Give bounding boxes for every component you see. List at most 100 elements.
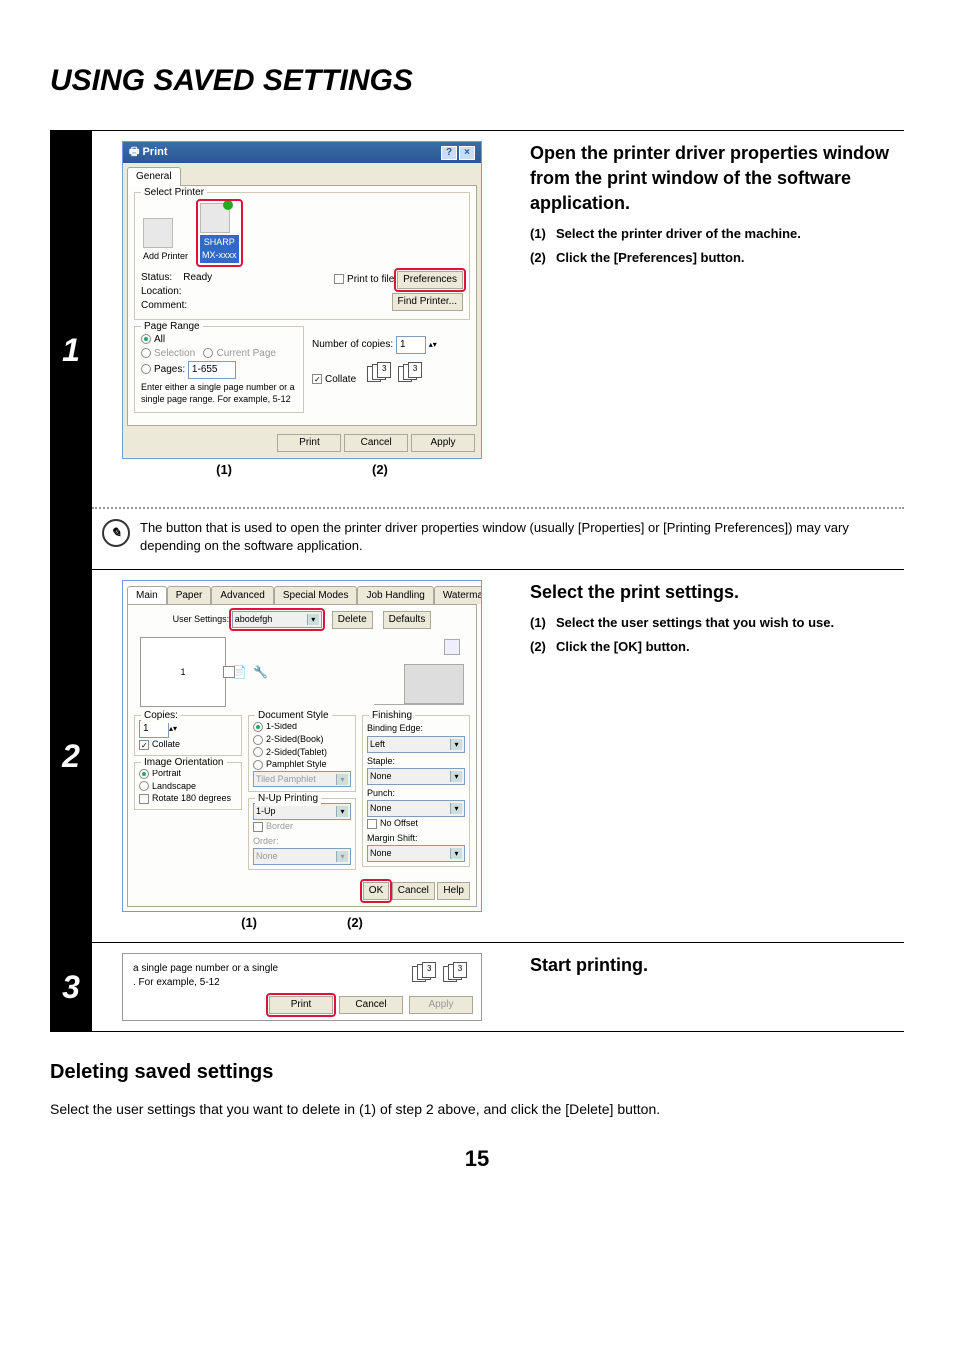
staple-select[interactable]: None▾ xyxy=(367,768,465,785)
zoom-icon[interactable] xyxy=(223,666,235,678)
defaults-button[interactable]: Defaults xyxy=(383,611,432,629)
callout-2-2-label: (2) xyxy=(347,914,363,932)
step-1-note: The button that is used to open the prin… xyxy=(140,519,894,555)
step-1-item-2: (2)Click the [Preferences] button. xyxy=(530,249,904,267)
radio-pages[interactable] xyxy=(141,364,151,374)
radio-selection xyxy=(141,348,151,358)
step-3-hint-b: . For example, 5-12 xyxy=(133,977,220,988)
margin-shift-label: Margin Shift: xyxy=(367,832,465,845)
copies-input[interactable]: 1 xyxy=(396,336,426,354)
status-label: Status: xyxy=(141,272,172,283)
user-settings-label: User Settings: xyxy=(173,614,230,624)
margin-select[interactable]: None▾ xyxy=(367,845,465,862)
add-printer-label: Add Printer xyxy=(143,250,188,263)
binding-select[interactable]: Left▾ xyxy=(367,736,465,753)
copies-label-2: Copies: xyxy=(141,709,181,723)
print-to-file-label: Print to file xyxy=(347,274,394,285)
step-3-hint-a: a single page number or a single xyxy=(133,963,278,974)
print-to-file-checkbox[interactable] xyxy=(334,274,344,284)
location-label: Location: xyxy=(141,285,212,299)
step-2-heading: Select the print settings. xyxy=(530,580,904,605)
step-3-dialog-fragment: a single page number or a single . For e… xyxy=(122,953,482,1021)
radio-2sided-book[interactable] xyxy=(253,735,263,745)
tiled-pamphlet-select: Tiled Pamphlet▾ xyxy=(253,771,351,788)
punch-label: Punch: xyxy=(367,787,465,800)
machine-icon xyxy=(374,639,464,705)
radio-portrait[interactable] xyxy=(139,769,149,779)
printer-item-icon[interactable] xyxy=(200,203,230,233)
tab-watermarks[interactable]: Watermarks xyxy=(434,586,481,604)
select-printer-label: Select Printer xyxy=(141,186,207,200)
spinner-icon[interactable]: ▴▾ xyxy=(429,340,437,349)
tab-general[interactable]: General xyxy=(127,167,181,186)
printer-icon: 🖶 xyxy=(129,146,139,158)
apply-button[interactable]: Apply xyxy=(411,434,475,452)
print-button[interactable]: Print xyxy=(277,434,341,452)
status-value: Ready xyxy=(183,272,212,283)
cancel-button[interactable]: Cancel xyxy=(344,434,408,452)
step-2: 2 MainPaperAdvancedSpecial ModesJob Hand… xyxy=(50,570,904,943)
user-settings-select[interactable]: abodefgh▾ xyxy=(232,611,322,628)
radio-1sided[interactable] xyxy=(253,722,263,732)
cancel-button-3[interactable]: Cancel xyxy=(339,996,403,1014)
collate-checkbox[interactable] xyxy=(312,374,322,384)
radio-landscape[interactable] xyxy=(139,781,149,791)
order-label: Order: xyxy=(253,835,351,848)
ok-button[interactable]: OK xyxy=(363,882,389,900)
find-printer-button[interactable]: Find Printer... xyxy=(392,293,463,311)
page-preview: 1 xyxy=(140,637,226,707)
page-range-label: Page Range xyxy=(141,320,203,334)
add-printer-icon[interactable] xyxy=(143,218,173,248)
printer-ready-icon xyxy=(223,200,233,210)
step-2-item-2: (2)Click the [OK] button. xyxy=(530,638,904,656)
page-number: 15 xyxy=(50,1144,904,1175)
deleting-heading: Deleting saved settings xyxy=(50,1058,904,1086)
ruler-icon[interactable]: 🔧 xyxy=(253,664,268,681)
comment-label: Comment: xyxy=(141,299,212,313)
print-dialog-titlebar: 🖶 Print ?× xyxy=(123,142,481,163)
punch-select[interactable]: None▾ xyxy=(367,800,465,817)
close-icon[interactable]: × xyxy=(459,146,475,160)
callout-2-1-label: (1) xyxy=(241,914,257,932)
print-button-2[interactable]: Print xyxy=(269,996,333,1014)
tab-paper[interactable]: Paper xyxy=(167,586,212,604)
step-2-number: 2 xyxy=(50,570,92,942)
tab-main[interactable]: Main xyxy=(127,586,167,604)
spinner-icon-2[interactable]: ▴▾ xyxy=(169,724,177,733)
delete-button[interactable]: Delete xyxy=(332,611,373,629)
radio-all[interactable] xyxy=(141,334,151,344)
radio-pamphlet[interactable] xyxy=(253,760,263,770)
finishing-label: Finishing xyxy=(369,709,415,723)
cancel-button-2[interactable]: Cancel xyxy=(392,882,435,900)
border-checkbox xyxy=(253,822,263,832)
order-select: None▾ xyxy=(253,848,351,865)
callout-2-label: (2) xyxy=(372,461,388,479)
tab-special-modes[interactable]: Special Modes xyxy=(274,586,358,604)
step-3-heading: Start printing. xyxy=(530,953,904,978)
window-controls[interactable]: ?× xyxy=(439,145,475,160)
collate-icon-1: 123 xyxy=(367,362,395,382)
rotate-checkbox[interactable] xyxy=(139,794,149,804)
selected-printer[interactable]: SHARPMX-xxxx xyxy=(200,235,239,262)
step-1-item-1: (1)Select the printer driver of the mach… xyxy=(530,225,904,243)
preferences-button[interactable]: Preferences xyxy=(397,271,463,289)
collate-checkbox-2[interactable] xyxy=(139,740,149,750)
step-1-number: 1 xyxy=(50,131,92,569)
step-1: 1 🖶 Print ?× General Select Printer xyxy=(50,130,904,570)
tab-advanced[interactable]: Advanced xyxy=(211,586,273,604)
pages-input[interactable]: 1-655 xyxy=(188,361,236,379)
help-icon[interactable]: ? xyxy=(441,146,457,160)
collate-icon-2: 123 xyxy=(398,362,426,382)
tab-job-handling[interactable]: Job Handling xyxy=(357,586,433,604)
no-offset-checkbox[interactable] xyxy=(367,819,377,829)
radio-2sided-tablet[interactable] xyxy=(253,747,263,757)
binding-edge-label: Binding Edge: xyxy=(367,722,465,735)
radio-current-page xyxy=(203,348,213,358)
collate-icon-4: 123 xyxy=(443,962,471,982)
step-3-number: 3 xyxy=(50,943,92,1031)
deleting-body: Select the user settings that you want t… xyxy=(50,1100,904,1120)
step-2-item-1: (1)Select the user settings that you wis… xyxy=(530,614,904,632)
help-button[interactable]: Help xyxy=(437,882,470,900)
nup-label: N-Up Printing xyxy=(255,792,321,806)
apply-button-2: Apply xyxy=(409,996,473,1014)
